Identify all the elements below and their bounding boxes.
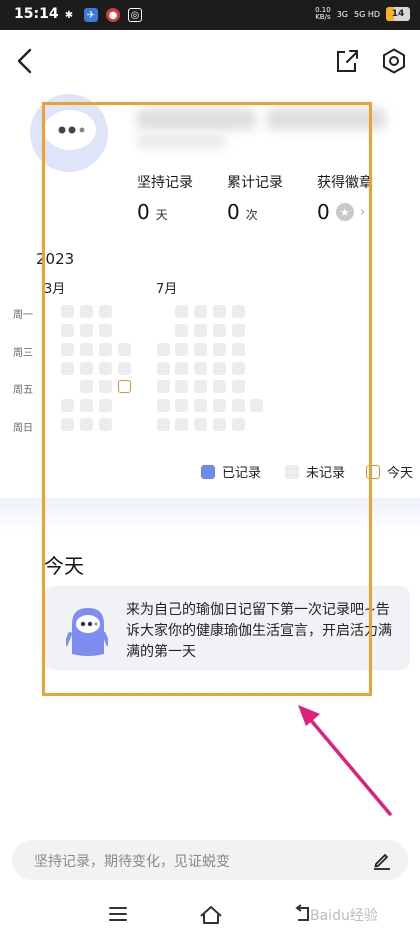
highlight-box xyxy=(42,102,372,696)
settings-icon xyxy=(383,48,405,74)
signal-5g: 5G HD xyxy=(353,9,380,19)
home-icon[interactable] xyxy=(197,900,225,928)
battery-icon: 14 xyxy=(386,7,410,21)
gear-icon: ✱ xyxy=(64,9,74,21)
share-icon xyxy=(337,50,358,72)
legend-label: 今天 xyxy=(387,466,414,481)
back-button[interactable] xyxy=(12,46,40,76)
watermark: Baidu经验 xyxy=(310,908,378,924)
input-placeholder: 坚持记录，期待变化，见证蜕变 xyxy=(34,854,230,870)
app-notification-icon: ✈ xyxy=(84,8,98,22)
share-button[interactable] xyxy=(334,47,360,75)
app-notification-icon: ● xyxy=(106,8,120,22)
diary-input[interactable]: 坚持记录，期待变化，见证蜕变 xyxy=(12,840,408,880)
status-right: 0.10 KB/s 3G 5G HD 14 xyxy=(315,7,410,21)
chevron-left-icon xyxy=(17,48,32,74)
status-time: 15:14 xyxy=(14,6,59,22)
status-notification-icons: ✱ ✈ ● ◎ xyxy=(62,8,142,22)
app-notification-icon: ◎ xyxy=(128,8,142,22)
weekday-label: 周三 xyxy=(13,348,33,359)
annotation-arrow-icon xyxy=(298,705,392,816)
pen-icon[interactable] xyxy=(372,850,392,870)
net-speed: 0.10 KB/s xyxy=(315,7,331,21)
weekday-label: 周日 xyxy=(13,423,33,434)
signal-3g: 3G xyxy=(336,9,348,19)
legend-today: 今天 xyxy=(366,462,413,481)
menu-icon[interactable] xyxy=(104,900,132,928)
weekday-label: 周一 xyxy=(13,310,33,321)
net-speed-unit: KB/s xyxy=(315,13,331,21)
weekday-label: 周五 xyxy=(13,385,33,396)
battery-level: 14 xyxy=(391,9,405,19)
settings-button[interactable] xyxy=(380,47,408,75)
status-bar: 15:14 ✱ ✈ ● ◎ 0.10 KB/s 3G 5G HD 14 xyxy=(0,0,420,30)
